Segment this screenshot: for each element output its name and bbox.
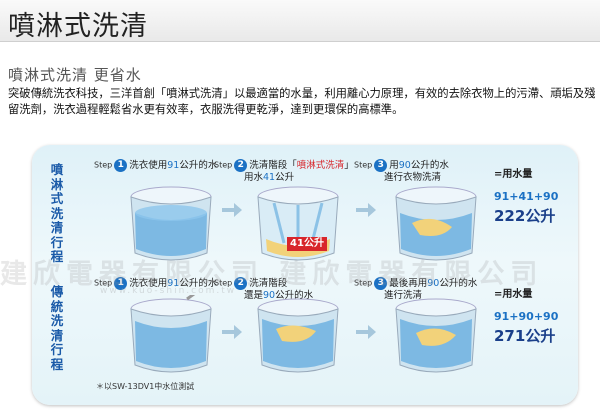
step-text: 洗清階段「 [249, 160, 297, 171]
total-unit: 公升 [525, 207, 556, 225]
step-word: Step [354, 160, 373, 170]
step-text: 公升 [275, 172, 295, 183]
step-number: 3 [374, 159, 388, 172]
water-amount-badge: 41公升 [287, 237, 327, 251]
step-word: Step [214, 160, 233, 170]
row1-step1: Step 1 洗衣使用91公升的水 [94, 159, 217, 172]
row1-total: =用水量 91+41+90 222公升 [494, 165, 558, 226]
total-result: 271公升 [494, 325, 558, 346]
total-label: =用水量 [494, 169, 533, 180]
row1-step3: Step 3 用90公升的水 進行衣物洗清 [354, 159, 449, 184]
total-equation: 91+41+90 [494, 190, 559, 203]
total-result: 222公升 [494, 205, 558, 226]
row-label-traditional-rinse: 傳統洗清行程 [50, 284, 64, 372]
step-number: 2 [234, 159, 248, 172]
step-text: 洗衣使用 [129, 160, 168, 171]
step-highlight: 噴淋式洗清 [296, 160, 345, 171]
step-text: 公升的水 [410, 160, 449, 171]
arrow-right-icon [222, 203, 242, 217]
total-value: 271 [494, 327, 526, 345]
washing-tub-icon [130, 295, 212, 373]
total-value: 222 [494, 207, 526, 225]
step-text: 用 [389, 160, 399, 171]
section-subtitle: 噴淋式洗清 更省水 [8, 66, 142, 84]
intro-paragraph: 突破傳統洗衣科技，三洋首創「噴淋式洗清」以最適當的水量，利用離心力原理，有效的去… [8, 87, 596, 116]
step-text: 用水 [244, 172, 264, 183]
step-text: 」 [344, 160, 354, 171]
washing-tub-icon [257, 298, 339, 373]
row1-step2: Step 2 洗清階段「噴淋式洗清」 用水41公升 [214, 159, 354, 184]
watermark-text: 建欣電器有限公司 建欣電器有限公司 [0, 259, 544, 290]
arrow-right-icon [356, 325, 376, 339]
arrow-right-icon [356, 203, 376, 217]
step-text: 公升的水 [179, 160, 218, 171]
arrow-right-icon [222, 325, 242, 339]
step-text: 進行衣物洗清 [384, 172, 442, 183]
row-label-spray-rinse: 噴淋式洗清行程 [50, 162, 64, 264]
washing-tub-icon [395, 298, 477, 373]
total-unit: 公升 [525, 327, 556, 345]
test-footnote: ＊以SW-13DV1中水位測試 [96, 382, 195, 391]
step-highlight: 41 [263, 172, 276, 183]
row2-total: =用水量 91+90+90 271公升 [494, 285, 558, 346]
step-highlight: 91 [167, 160, 180, 171]
step-highlight: 90 [398, 160, 411, 171]
total-equation: 91+90+90 [494, 310, 559, 323]
step-number: 1 [114, 159, 128, 172]
step-word: Step [94, 160, 113, 170]
page-header: 噴淋式洗清 [0, 0, 600, 42]
watermark-url: www.kuo-shin.com.tw [100, 286, 237, 296]
page-title: 噴淋式洗清 [8, 11, 148, 42]
